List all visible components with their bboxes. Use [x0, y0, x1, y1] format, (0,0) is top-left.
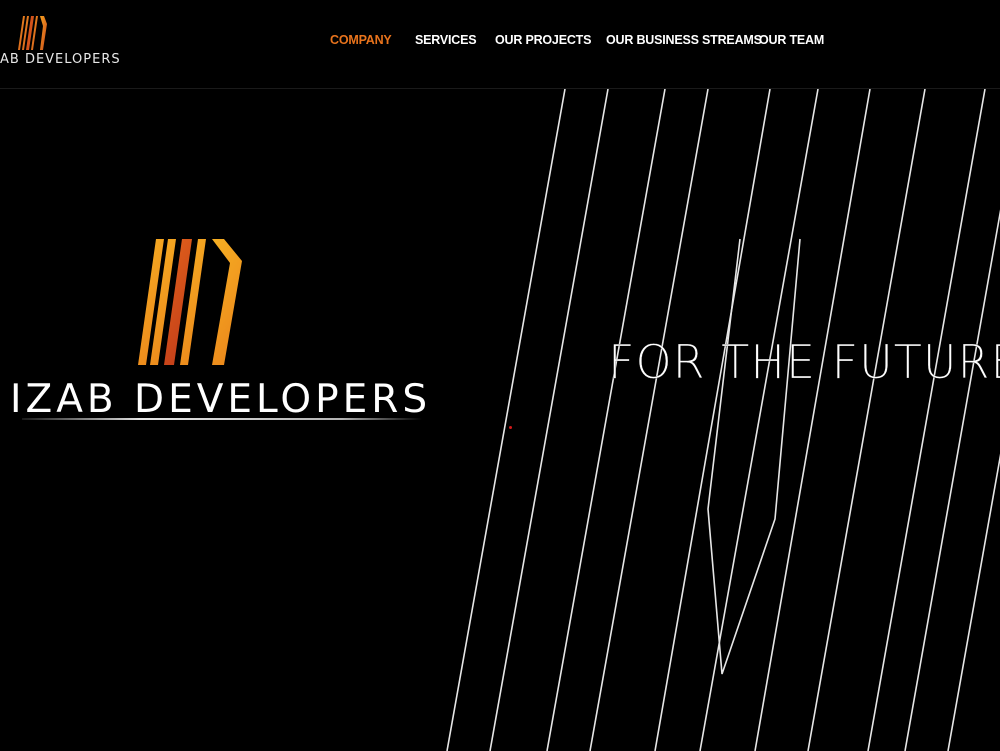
- hero-logo-mark-icon: [138, 239, 242, 365]
- hero-tagline: FOR THE FUTURE: [608, 335, 1000, 389]
- nav-item-company[interactable]: COMPANY: [330, 33, 392, 47]
- nav-item-our-team[interactable]: OUR TEAM: [759, 33, 824, 47]
- nav-item-our-projects[interactable]: OUR PROJECTS: [495, 33, 591, 47]
- hero-brand-name: IZAB DEVELOPERS: [10, 377, 432, 422]
- nav-item-our-business-streams[interactable]: OUR BUSINESS STREAMS: [606, 33, 762, 47]
- hero-section: IZAB DEVELOPERS FOR THE FUTURE: [0, 89, 1000, 751]
- header-logo[interactable]: AB DEVELOPERS: [0, 10, 120, 70]
- header-logo-text: AB DEVELOPERS: [0, 52, 121, 67]
- hero-brand-underline: [22, 418, 422, 420]
- page: AB DEVELOPERS COMPANY SERVICES OUR PROJE…: [0, 0, 1000, 751]
- red-dot-marker: [509, 426, 512, 429]
- nav-item-services[interactable]: SERVICES: [415, 33, 477, 47]
- site-header: AB DEVELOPERS COMPANY SERVICES OUR PROJE…: [0, 0, 1000, 89]
